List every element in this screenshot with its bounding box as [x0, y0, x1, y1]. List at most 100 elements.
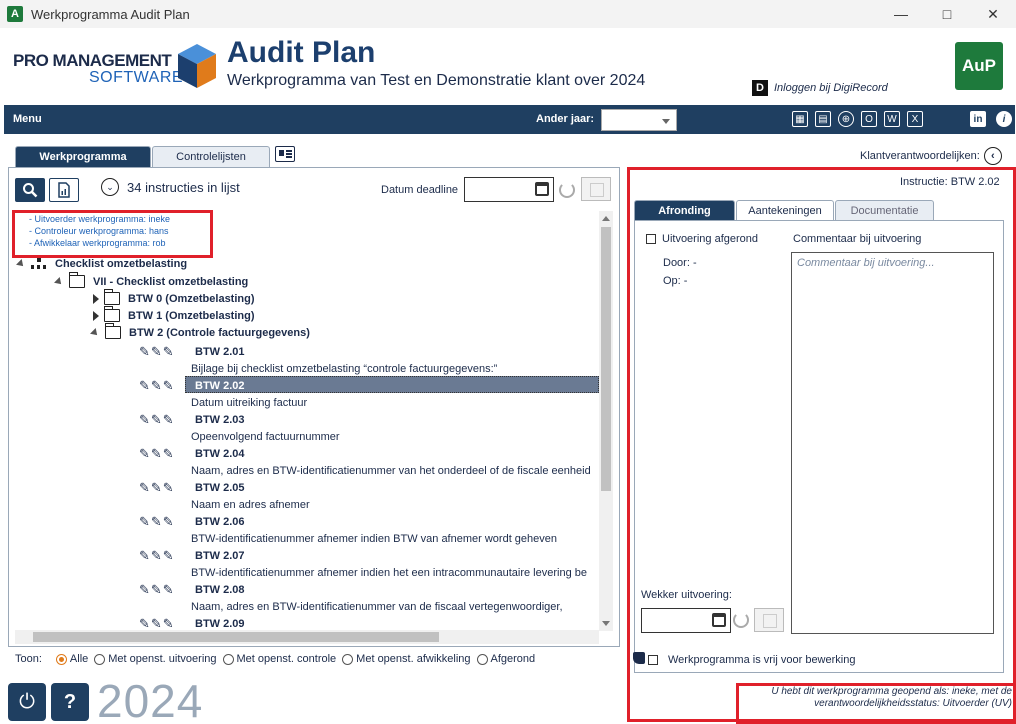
thumbs-up-icon	[633, 652, 645, 664]
aup-logo: AuP	[955, 42, 1003, 90]
title-bar: A Werkprogramma Audit Plan — □ ✕	[0, 0, 1016, 28]
instruction-desc[interactable]: Opeenvolgend factuurnummer	[191, 431, 340, 443]
tab-werkprogramma[interactable]: Werkprogramma	[15, 146, 151, 167]
save-button[interactable]	[754, 608, 784, 632]
comment-label: Commentaar bij uitvoering	[793, 233, 922, 245]
export-button[interactable]	[49, 178, 79, 202]
deadline-label: Datum deadline	[381, 184, 459, 196]
help-button[interactable]: ?	[51, 683, 89, 721]
selected-instruction-row[interactable]	[185, 376, 599, 393]
scroll-up-icon[interactable]	[602, 216, 610, 221]
instruction-code[interactable]: BTW 2.03	[195, 414, 245, 426]
search-button[interactable]	[15, 178, 45, 202]
instruction-desc[interactable]: BTW-identificatienummer afnemer indien h…	[191, 567, 587, 579]
instruction-desc[interactable]: Naam, adres en BTW-identificatienummer v…	[191, 465, 591, 477]
globe-icon[interactable]: ⊕	[838, 111, 854, 127]
expand-icon[interactable]	[93, 293, 99, 304]
calendar-icon[interactable]	[712, 613, 726, 627]
status-pencils-icon: ✎✎✎	[139, 412, 175, 427]
op-value: Op: -	[663, 275, 688, 287]
status-pencils-icon: ✎✎✎	[139, 616, 175, 630]
collapse-icon[interactable]	[54, 276, 64, 287]
instruction-code[interactable]: BTW 2.02	[195, 380, 245, 392]
uitvoering-afgerond-checkbox[interactable]: Uitvoering afgerond	[646, 233, 758, 245]
collapse-icon[interactable]	[90, 327, 100, 338]
chevron-left-icon[interactable]: ‹	[983, 147, 1002, 165]
filter-openst-afwikkeling[interactable]: Met openst. afwikkeling	[342, 653, 471, 665]
tab-aantekeningen[interactable]: Aantekeningen	[736, 200, 834, 221]
logo-cube-icon	[178, 44, 216, 88]
wekker-date-input[interactable]	[641, 608, 731, 633]
filter-afgerond[interactable]: Afgerond	[476, 653, 535, 665]
digirecord-login-link[interactable]: D Inloggen bij DigiRecord	[752, 80, 888, 96]
tree-vertical-scrollbar[interactable]	[599, 211, 613, 631]
power-button[interactable]: ⏻	[8, 683, 46, 721]
contact-card-icon[interactable]	[275, 146, 295, 162]
tab-documentatie[interactable]: Documentatie	[835, 200, 934, 221]
menu-button[interactable]: Menu	[13, 113, 42, 125]
instruction-desc[interactable]: Datum uitreiking factuur	[191, 397, 307, 409]
tab-afronding[interactable]: Afronding	[634, 200, 735, 221]
scroll-thumb[interactable]	[33, 632, 439, 642]
instruction-code[interactable]: BTW 2.07	[195, 550, 245, 562]
minimize-icon[interactable]: —	[878, 0, 924, 28]
tree-folder-btw1[interactable]: BTW 1 (Omzetbelasting)	[93, 306, 255, 322]
excel-icon[interactable]: X	[907, 111, 923, 127]
status-pencils-icon: ✎✎✎	[139, 480, 175, 495]
tree-folder-btw0[interactable]: BTW 0 (Omzetbelasting)	[93, 289, 255, 305]
comment-textarea[interactable]: Commentaar bij uitvoering...	[791, 252, 994, 634]
expand-icon[interactable]	[93, 310, 99, 321]
tree-root[interactable]: Checklist omzetbelasting	[16, 258, 187, 270]
status-pencils-icon: ✎✎✎	[139, 344, 175, 359]
document-icon[interactable]: ▤	[815, 111, 831, 127]
instruction-code[interactable]: BTW 2.08	[195, 584, 245, 596]
toolbar-icons: ▦ ▤ ⊕ O W X	[792, 111, 923, 127]
instruction-code[interactable]: BTW 2.06	[195, 516, 245, 528]
save-button[interactable]	[581, 177, 611, 201]
year-label: Ander jaar:	[536, 113, 595, 125]
instruction-code[interactable]: BTW 2.05	[195, 482, 245, 494]
word-icon[interactable]: W	[884, 111, 900, 127]
collapse-icon[interactable]	[16, 259, 26, 269]
chevron-down-icon[interactable]: ⌄	[101, 178, 119, 196]
tree-folder-btw2[interactable]: BTW 2 (Controle factuurgegevens)	[90, 323, 310, 339]
app-subtitle: Werkprogramma van Test en Demonstratie k…	[227, 72, 646, 89]
instruction-desc[interactable]: Bijlage bij checklist omzetbelasting “co…	[191, 363, 497, 375]
info-icon[interactable]: i	[996, 111, 1012, 127]
refresh-icon[interactable]	[559, 182, 575, 198]
instruction-desc[interactable]: BTW-identificatienummer afnemer indien B…	[191, 533, 557, 545]
vrij-voor-bewerking-checkbox[interactable]: Werkprogramma is vrij voor bewerking	[648, 654, 855, 666]
instruction-code[interactable]: BTW 2.01	[195, 346, 245, 358]
instruction-code[interactable]: BTW 2.04	[195, 448, 245, 460]
wekker-label: Wekker uitvoering:	[641, 589, 732, 601]
filter-openst-uitvoering[interactable]: Met openst. uitvoering	[94, 653, 217, 665]
outlook-icon[interactable]: O	[861, 111, 877, 127]
scroll-thumb[interactable]	[601, 227, 611, 491]
tree-level1[interactable]: VII - Checklist omzetbelasting	[54, 272, 248, 288]
current-instruction: Instructie: BTW 2.02	[900, 176, 1000, 188]
status-pencils-icon: ✎✎✎	[139, 582, 175, 597]
scroll-down-icon[interactable]	[602, 621, 610, 626]
instruction-desc[interactable]: Naam en adres afnemer	[191, 499, 310, 511]
current-year: 2024	[97, 675, 204, 724]
digirecord-icon: D	[752, 80, 768, 96]
filter-alle[interactable]: Alle	[55, 653, 88, 665]
refresh-icon[interactable]	[733, 612, 749, 628]
year-select[interactable]	[601, 109, 677, 131]
status-pencils-icon: ✎✎✎	[139, 514, 175, 529]
tab-controlelijsten[interactable]: Controlelijsten	[152, 146, 270, 167]
instruction-tree: - Uitvoerder werkprogramma: ineke - Cont…	[15, 208, 599, 630]
status-pencils-icon: ✎✎✎	[139, 446, 175, 461]
instruction-code[interactable]: BTW 2.09	[195, 618, 245, 630]
org-chart-icon	[31, 258, 47, 270]
deadline-input[interactable]	[464, 177, 554, 202]
tree-horizontal-scrollbar[interactable]	[15, 630, 599, 644]
maximize-icon[interactable]: □	[924, 0, 970, 28]
calculator-icon[interactable]: ▦	[792, 111, 808, 127]
linkedin-icon[interactable]: in	[970, 111, 986, 127]
window-title: Werkprogramma Audit Plan	[31, 6, 190, 22]
instruction-desc[interactable]: Naam, adres en BTW-identificatienummer v…	[191, 601, 563, 613]
filter-openst-controle[interactable]: Met openst. controle	[222, 653, 336, 665]
close-icon[interactable]: ✕	[970, 0, 1016, 28]
calendar-icon[interactable]	[535, 182, 549, 196]
